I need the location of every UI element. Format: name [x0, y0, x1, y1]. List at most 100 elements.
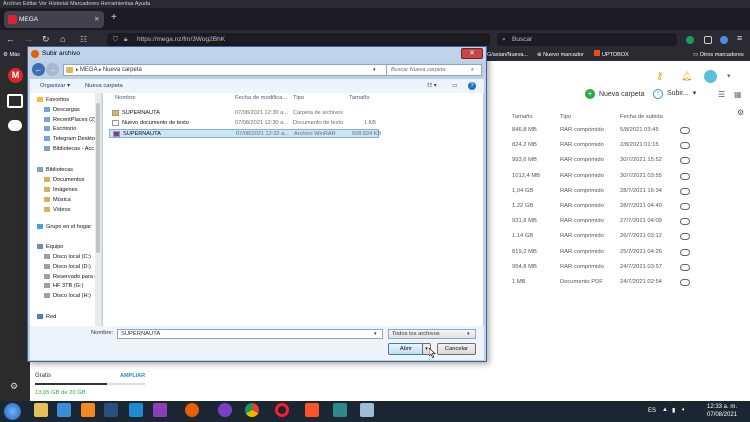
upgrade-link[interactable]: AMPLIAR: [120, 373, 145, 379]
mega-file-row[interactable]: 824,2 MB RAR comprimido 2/8/2021 01:15: [490, 142, 750, 157]
link-icon[interactable]: [680, 172, 690, 180]
nav-drive-item[interactable]: Disco local (D:): [44, 263, 91, 270]
bookmark-uptobox[interactable]: UPTOBOX: [594, 49, 629, 61]
mega-col-date[interactable]: Fecha de subida: [620, 114, 663, 120]
nav-drive-item[interactable]: HF 3TB (G:): [44, 283, 83, 289]
dialog-new-folder-button[interactable]: Nueva carpeta: [85, 79, 123, 93]
upload-dropdown-icon[interactable]: ▾: [693, 90, 697, 97]
file-col-name[interactable]: Nombre: [115, 95, 136, 101]
link-icon[interactable]: [680, 203, 690, 210]
bell-icon[interactable]: 🔔︎: [681, 71, 692, 82]
taskbar-app-8-icon[interactable]: [218, 403, 232, 417]
tray-chevron-icon[interactable]: ▲: [662, 407, 668, 413]
address-crumb-mega[interactable]: MEGA: [80, 67, 97, 73]
link-icon[interactable]: [680, 248, 690, 256]
mega-file-row[interactable]: 1,14 GB RAR comprimido 26/7/2021 03:12: [490, 233, 750, 248]
new-folder-button[interactable]: + Nueva carpeta: [585, 89, 644, 101]
preview-pane-icon[interactable]: ▭: [452, 79, 457, 93]
filename-input[interactable]: SUPERNAUTA ▾: [117, 329, 383, 339]
chevron-down-icon[interactable]: ▾: [727, 72, 731, 80]
filename-dropdown-icon[interactable]: ▾: [374, 330, 377, 339]
mega-file-row[interactable]: 993,6 MB RAR comprimido 30/7/2021 15:52: [490, 157, 750, 172]
nav-favorite-item[interactable]: Telegram Deskto: [44, 136, 95, 142]
close-tab-icon[interactable]: ✕: [94, 11, 99, 28]
nav-library-item[interactable]: Documentos: [44, 177, 84, 183]
menu-icon[interactable]: ≡: [737, 33, 742, 43]
nav-library-item[interactable]: Música: [44, 197, 71, 203]
nav-network[interactable]: Red: [37, 314, 56, 320]
mega-file-row[interactable]: 819,2 MB RAR comprimido 25/7/2021 04:26: [490, 248, 750, 264]
nav-library-item[interactable]: Vídeos: [44, 207, 70, 213]
taskbar-ie-icon[interactable]: [129, 403, 143, 417]
bookmark-other[interactable]: ▭ Otros marcadores: [693, 49, 744, 61]
nav-scrollbar[interactable]: [95, 93, 101, 326]
open-button[interactable]: Abrir: [388, 343, 424, 355]
key-icon[interactable]: ⚷: [656, 71, 663, 82]
url-bar[interactable]: ⛉ 🔒︎ https://mega.nz/fm/3Wog2BhK: [107, 33, 490, 46]
view-options-icon[interactable]: ☷ ▾: [427, 79, 437, 93]
bookmark-tag-item[interactable]: G/asian/Nueva...: [487, 49, 528, 61]
bookmarks-left-item[interactable]: ⚙ Más: [3, 49, 20, 61]
mega-col-type[interactable]: Tipo: [560, 114, 571, 120]
nav-library-item[interactable]: Imágenes: [44, 187, 78, 193]
reader-icon[interactable]: ☷: [80, 34, 91, 45]
link-icon[interactable]: [680, 157, 690, 165]
filter-dropdown-icon[interactable]: ▾: [467, 330, 470, 339]
taskbar-app-13-icon[interactable]: [360, 403, 374, 417]
nav-drive-item[interactable]: Disco local (H:): [44, 293, 91, 299]
settings-icon[interactable]: ⚙: [10, 381, 18, 392]
dialog-back-icon[interactable]: ←: [32, 63, 45, 76]
file-row[interactable]: SUPERNAUTA 07/08/2021 12:30 a... Carpeta d…: [109, 109, 379, 118]
help-icon[interactable]: ?: [468, 82, 476, 90]
nav-favorite-item[interactable]: Bibliotecas - Acc: [44, 145, 94, 152]
dialog-title-bar[interactable]: Subir archivo: [28, 47, 486, 61]
filter-select[interactable]: Todos los archivos ▾: [388, 329, 476, 339]
extension-icon[interactable]: [686, 36, 694, 44]
nav-homegroup[interactable]: Grupo en el hogar: [37, 224, 91, 230]
taskbar-app-12-icon[interactable]: [333, 403, 347, 417]
new-tab-button[interactable]: +: [111, 12, 117, 23]
link-icon[interactable]: [680, 279, 690, 286]
taskbar-brave-icon[interactable]: [305, 403, 319, 417]
upload-button[interactable]: ↑ Subir... ▾: [653, 89, 696, 101]
file-col-type[interactable]: Tipo: [293, 95, 304, 101]
back-icon[interactable]: ←: [6, 34, 17, 45]
dialog-close-button[interactable]: ✕: [461, 48, 483, 59]
mega-file-row[interactable]: 931,8 MB RAR comprimido 27/7/2021 04:09: [490, 218, 750, 233]
cloud-drive-icon[interactable]: [7, 94, 23, 108]
mega-logo[interactable]: M: [8, 68, 23, 83]
address-dropdown-icon[interactable]: ▾: [373, 65, 376, 76]
file-col-size[interactable]: Tamaño: [349, 95, 370, 101]
start-button[interactable]: [4, 403, 21, 420]
nav-computer[interactable]: Equipo: [37, 244, 63, 250]
grid-view-icon[interactable]: ▦: [734, 90, 742, 99]
forward-icon[interactable]: →: [24, 34, 35, 45]
nav-drive-item[interactable]: Reservado para e: [44, 273, 97, 280]
nav-favorite-item[interactable]: Escritorio: [44, 126, 76, 132]
taskbar-firefox-icon[interactable]: [185, 403, 199, 417]
link-icon[interactable]: [680, 218, 690, 226]
nav-scrollbar-thumb[interactable]: [96, 103, 100, 253]
avatar[interactable]: [704, 70, 717, 83]
mega-col-size[interactable]: Tamaño: [512, 114, 533, 120]
taskbar-opera-icon[interactable]: [275, 403, 289, 417]
link-icon[interactable]: [680, 187, 690, 195]
taskbar-explorer-icon[interactable]: [34, 403, 48, 417]
nav-favorite-item[interactable]: RecentPlaces (2): [44, 116, 96, 123]
link-icon[interactable]: [680, 233, 690, 241]
network-icon[interactable]: ▮: [672, 407, 675, 414]
nav-drive-item[interactable]: Disco local (C:): [44, 254, 91, 260]
list-view-icon[interactable]: ☰: [718, 90, 725, 99]
link-icon[interactable]: [680, 127, 690, 134]
link-icon[interactable]: [680, 263, 690, 271]
extension-icon-2[interactable]: [704, 36, 712, 44]
taskbar-app-6-icon[interactable]: [153, 403, 167, 417]
taskbar-app-2-icon[interactable]: [57, 403, 71, 417]
home-icon[interactable]: ⌂: [60, 34, 71, 45]
browser-search-input[interactable]: ⌕ Buscar: [497, 33, 677, 46]
taskbar-media-icon[interactable]: [104, 403, 118, 417]
nav-libraries[interactable]: Bibliotecas: [37, 167, 73, 173]
tab-mega[interactable]: MEGA ✕: [4, 11, 104, 28]
volume-icon[interactable]: 🔈︎: [682, 407, 686, 414]
dialog-forward-icon[interactable]: →: [46, 63, 59, 76]
